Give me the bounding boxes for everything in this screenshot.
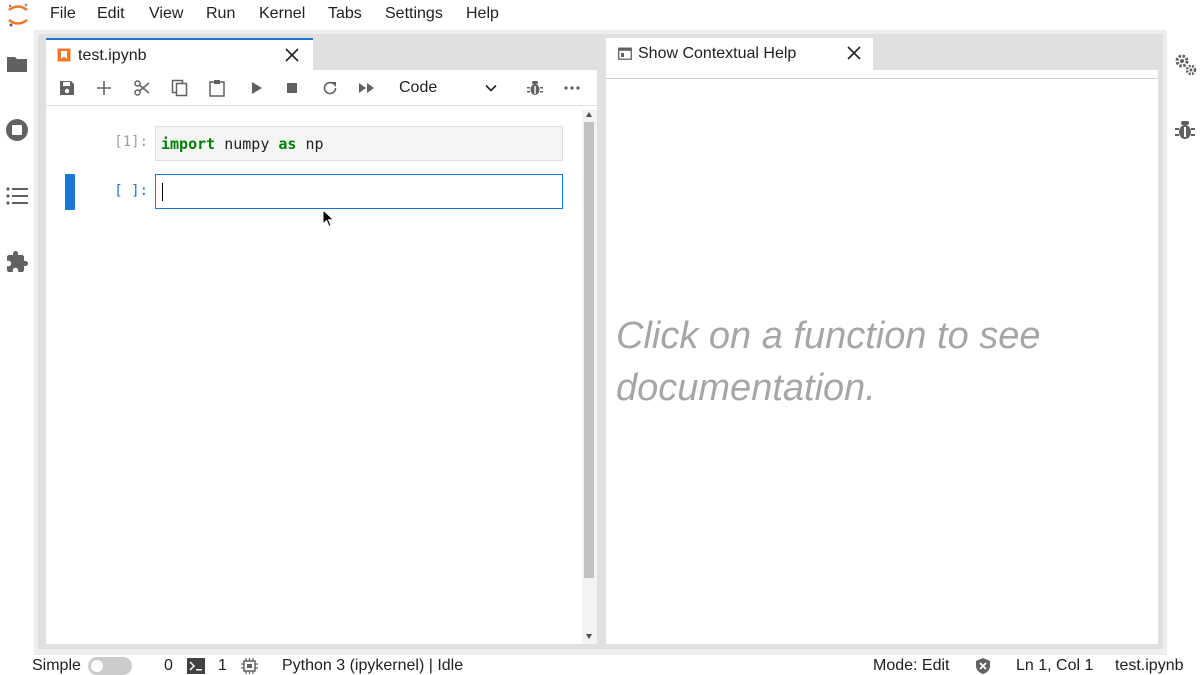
- save-icon[interactable]: [58, 79, 76, 97]
- active-code-cell-input[interactable]: [155, 174, 563, 209]
- restart-run-all-icon[interactable]: [358, 79, 376, 97]
- code-cell-input[interactable]: import numpy as np: [155, 126, 563, 161]
- divider: [606, 78, 1158, 79]
- notebook-panel: Code [1]: import numpy as np [ ]:: [46, 70, 597, 644]
- menu-help[interactable]: Help: [466, 5, 499, 23]
- scroll-up-arrow-icon[interactable]: [586, 112, 592, 117]
- editor-mode: Mode: Edit: [873, 657, 950, 674]
- help-placeholder-text: Click on a function to see documentation…: [616, 315, 1041, 409]
- tab-title: test.ipynb: [78, 47, 147, 64]
- close-icon[interactable]: [846, 45, 862, 61]
- menu-edit[interactable]: Edit: [97, 5, 125, 23]
- cell-type-label: Code: [399, 79, 438, 96]
- trust-shield-icon[interactable]: [974, 657, 992, 675]
- code-text: numpy: [215, 135, 279, 153]
- scrollbar-thumb[interactable]: [584, 122, 594, 578]
- contextual-help-panel: Click on a function to see documentation…: [606, 70, 1158, 644]
- chevron-down-icon: [485, 84, 497, 92]
- extension-manager-icon[interactable]: [5, 250, 29, 274]
- right-sidebar: [1167, 30, 1200, 655]
- cell-type-dropdown[interactable]: Code: [399, 76, 499, 100]
- tab-contextual-help[interactable]: Show Contextual Help: [606, 38, 873, 70]
- status-filename: test.ipynb: [1115, 657, 1184, 674]
- cell-prompt: [ ]:: [114, 183, 148, 199]
- more-options-icon[interactable]: [563, 79, 581, 97]
- scroll-down-arrow-icon[interactable]: [586, 634, 592, 639]
- cell-prompt: [1]:: [114, 134, 148, 150]
- stop-icon[interactable]: [283, 79, 301, 97]
- vertical-scrollbar[interactable]: [582, 110, 597, 644]
- menu-settings[interactable]: Settings: [385, 5, 443, 23]
- tab-test-notebook[interactable]: test.ipynb: [46, 38, 313, 70]
- tab-title: Show Contextual Help: [638, 45, 797, 62]
- run-icon[interactable]: [247, 79, 265, 97]
- close-icon[interactable]: [284, 47, 300, 63]
- kernel-status[interactable]: Python 3 (ipykernel) | Idle: [282, 657, 463, 675]
- toggle-knob: [91, 660, 103, 672]
- cursor-position[interactable]: Ln 1, Col 1: [1016, 657, 1093, 675]
- insert-cell-icon[interactable]: [95, 79, 113, 97]
- notebook-toolbar: Code: [46, 70, 597, 106]
- text-caret: [162, 183, 163, 201]
- property-inspector-icon[interactable]: [1173, 52, 1197, 76]
- left-sidebar: [0, 30, 34, 655]
- running-sessions-icon[interactable]: [5, 118, 29, 142]
- menu-tabs[interactable]: Tabs: [328, 5, 362, 23]
- restart-icon[interactable]: [321, 79, 339, 97]
- kernel-chip-icon[interactable]: [241, 658, 258, 674]
- folder-icon[interactable]: [5, 52, 29, 76]
- simple-mode-toggle[interactable]: [88, 657, 132, 675]
- menu-view[interactable]: View: [149, 5, 183, 23]
- status-bar: Simple 0 1 Python 3 (ipykernel) | Idle M…: [0, 655, 1200, 675]
- kernels-count[interactable]: 1: [218, 657, 227, 675]
- terminal-icon[interactable]: [187, 658, 205, 674]
- terminals-count[interactable]: 0: [164, 657, 173, 675]
- notebook-icon: [57, 48, 71, 62]
- jupyter-logo-icon: [8, 3, 28, 27]
- menu-kernel[interactable]: Kernel: [259, 5, 305, 23]
- mouse-pointer-icon: [322, 209, 335, 228]
- cut-icon[interactable]: [133, 79, 151, 97]
- menu-run[interactable]: Run: [206, 5, 235, 23]
- menu-bar: File Edit View Run Kernel Tabs Settings …: [0, 0, 1200, 30]
- copy-icon[interactable]: [171, 79, 189, 97]
- table-of-contents-icon[interactable]: [5, 184, 29, 208]
- code-keyword: as: [278, 135, 297, 153]
- debugger-icon[interactable]: [526, 79, 544, 97]
- debugger-icon[interactable]: [1173, 118, 1197, 142]
- menu-file[interactable]: File: [50, 5, 76, 23]
- simple-mode-label: Simple: [32, 657, 81, 674]
- code-keyword: import: [161, 135, 216, 153]
- help-window-icon: [618, 47, 632, 60]
- code-text: np: [296, 135, 324, 153]
- paste-icon[interactable]: [208, 79, 226, 97]
